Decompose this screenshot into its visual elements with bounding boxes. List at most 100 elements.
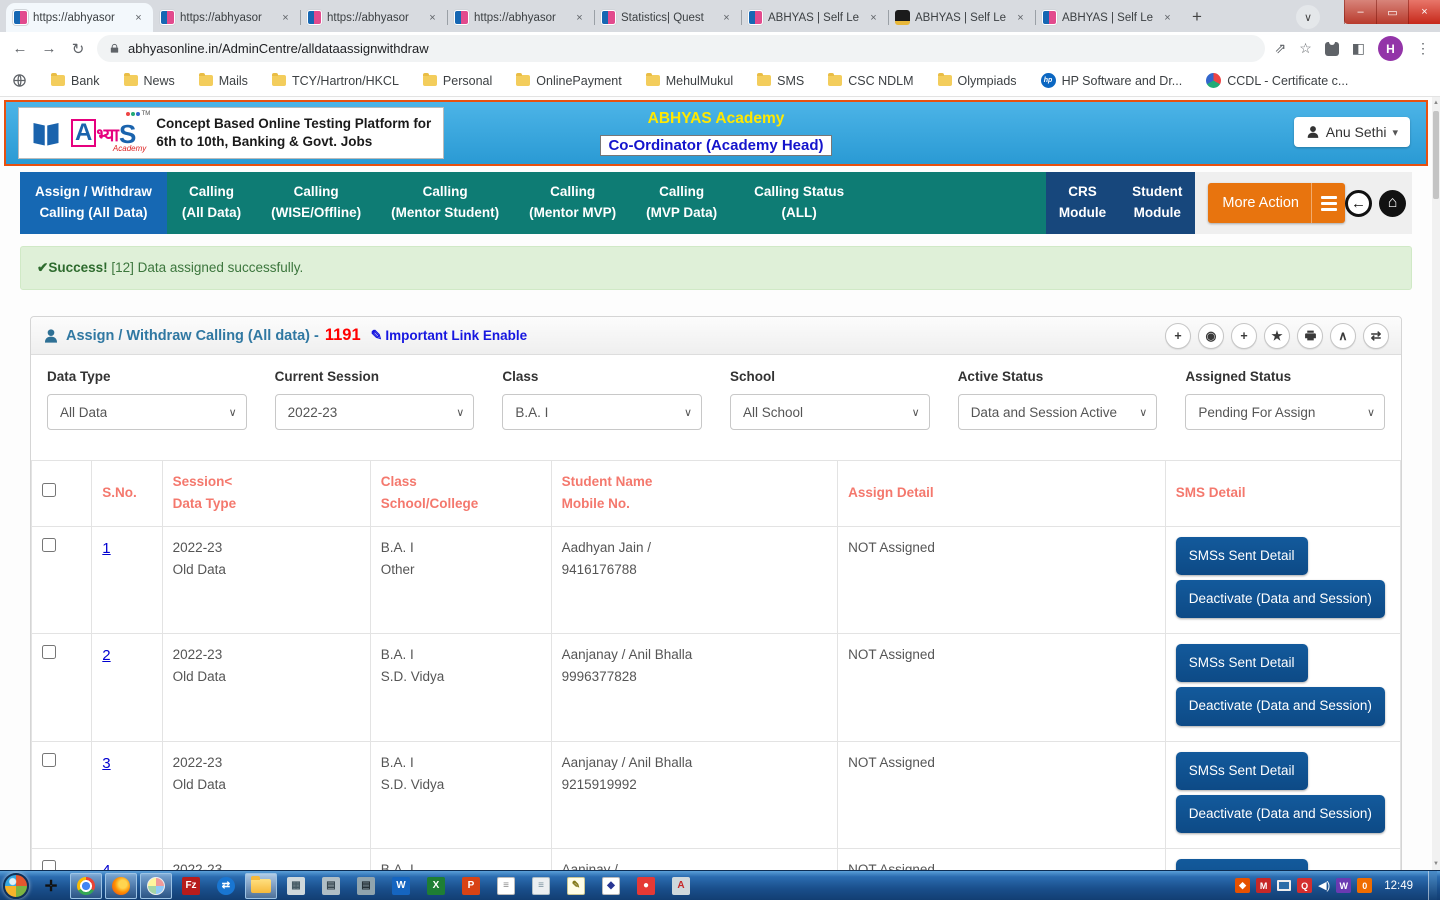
- star-tool-icon[interactable]: ★: [1264, 323, 1290, 349]
- sno-link[interactable]: 1: [102, 540, 110, 557]
- sms-sent-detail-button[interactable]: SMSs Sent Detail: [1176, 537, 1308, 575]
- taskbar-notepad[interactable]: ≡: [490, 873, 522, 899]
- url-input[interactable]: abhyasonline.in/AdminCentre/alldataassig…: [97, 35, 1265, 62]
- deactivate-button[interactable]: Deactivate (Data and Session): [1176, 687, 1385, 725]
- nav-calling-status-all[interactable]: Calling Status(ALL): [732, 172, 866, 234]
- sno-link[interactable]: 4: [102, 862, 110, 870]
- taskbar-firefox[interactable]: [105, 873, 137, 899]
- taskbar-excel[interactable]: X: [420, 873, 452, 899]
- tray-openoffice-icon[interactable]: ◆: [1235, 878, 1250, 893]
- row-checkbox[interactable]: [42, 753, 56, 767]
- taskbar-fax[interactable]: ▤: [315, 873, 347, 899]
- sno-link[interactable]: 2: [102, 647, 110, 664]
- nav-calling-mentor-student[interactable]: Calling(Mentor Student): [376, 172, 514, 234]
- assigned-status-select[interactable]: Pending For Assign∨: [1185, 394, 1385, 430]
- tray-zero-icon[interactable]: 0: [1357, 878, 1372, 893]
- bookmark-csc-ndlm[interactable]: CSC NDLM: [828, 74, 913, 88]
- tab-close-icon[interactable]: ×: [425, 12, 440, 24]
- tab-close-icon[interactable]: ×: [278, 12, 293, 24]
- browser-tab-6[interactable]: ABHYAS | Self Le ×: [741, 3, 888, 32]
- tab-close-icon[interactable]: ×: [131, 12, 146, 24]
- browser-tab-7[interactable]: ABHYAS | Self Le ×: [888, 3, 1035, 32]
- taskbar-paint[interactable]: [140, 873, 172, 899]
- important-link-enable[interactable]: Important Link Enable: [385, 328, 527, 343]
- print-tool-icon[interactable]: [1297, 323, 1323, 349]
- taskbar-pages[interactable]: ≡: [525, 873, 557, 899]
- taskbar-calculator[interactable]: ▦: [280, 873, 312, 899]
- show-desktop-button[interactable]: [1428, 871, 1437, 900]
- scroll-down-icon[interactable]: ▼: [1432, 858, 1440, 870]
- taskbar-filezilla[interactable]: Fz: [175, 873, 207, 899]
- current-session-select[interactable]: 2022-23∨: [275, 394, 475, 430]
- tray-quickheal-icon[interactable]: Q: [1297, 878, 1312, 893]
- profile-avatar[interactable]: H: [1378, 36, 1403, 61]
- tray-mcafee-icon[interactable]: M: [1256, 878, 1271, 893]
- row-checkbox[interactable]: [42, 860, 56, 870]
- browser-tab-1[interactable]: https://abhyasor ×: [6, 3, 153, 32]
- sms-sent-detail-button[interactable]: SMSs Sent Detail: [1176, 644, 1308, 682]
- taskbar-explorer[interactable]: [245, 873, 277, 899]
- tab-close-icon[interactable]: ×: [866, 12, 881, 24]
- data-type-select[interactable]: All Data∨: [47, 394, 247, 430]
- scrollbar-thumb[interactable]: [1433, 111, 1439, 199]
- tray-network-icon[interactable]: [1277, 880, 1291, 891]
- back-circle-icon[interactable]: ←: [1345, 190, 1372, 217]
- forward-icon[interactable]: →: [39, 40, 59, 57]
- minimize-button[interactable]: –: [1344, 0, 1376, 24]
- browser-tab-5[interactable]: Statistics| Quest ×: [594, 3, 741, 32]
- nav-assign-withdraw-calling[interactable]: Assign / WithdrawCalling (All Data): [20, 172, 167, 234]
- taskbar-gray-app[interactable]: A: [665, 873, 697, 899]
- nav-calling-mvp-data[interactable]: Calling(MVP Data): [631, 172, 732, 234]
- school-select[interactable]: All School∨: [730, 394, 930, 430]
- bookmark-sms[interactable]: SMS: [757, 74, 804, 88]
- extensions-icon[interactable]: [1325, 42, 1339, 56]
- nav-calling-mentor-mvp[interactable]: Calling(Mentor MVP): [514, 172, 631, 234]
- home-circle-icon[interactable]: ⌂: [1379, 190, 1406, 217]
- taskbar-ink[interactable]: ◆: [595, 873, 627, 899]
- nav-student-module[interactable]: StudentModule: [1119, 172, 1195, 234]
- close-button[interactable]: ×: [1408, 0, 1440, 24]
- bookmark-mehulmukul[interactable]: MehulMukul: [646, 74, 733, 88]
- site-logo-box[interactable]: A भ्या S Academy TM Concept Based Online…: [18, 107, 444, 159]
- nav-crs-module[interactable]: CRSModule: [1046, 172, 1119, 234]
- maximize-button[interactable]: ▭: [1376, 0, 1408, 24]
- active-status-select[interactable]: Data and Session Active∨: [958, 394, 1158, 430]
- add2-tool-icon[interactable]: +: [1231, 323, 1257, 349]
- scroll-up-icon[interactable]: ▲: [1432, 97, 1440, 109]
- add-tool-icon[interactable]: +: [1165, 323, 1191, 349]
- browser-tab-4[interactable]: https://abhyasor ×: [447, 3, 594, 32]
- browser-tab-8[interactable]: ABHYAS | Self Le ×: [1035, 3, 1182, 32]
- taskbar-powerpoint[interactable]: P: [455, 873, 487, 899]
- taskbar-scanner[interactable]: ▤: [350, 873, 382, 899]
- move-tool-icon[interactable]: ✛: [35, 873, 67, 899]
- bookmark-tcy[interactable]: TCY/Hartron/HKCL: [272, 74, 399, 88]
- tray-journal-icon[interactable]: W: [1336, 878, 1351, 893]
- bookmark-ccdl[interactable]: CCDL - Certificate c...: [1206, 73, 1348, 88]
- bookmark-bank[interactable]: Bank: [51, 74, 100, 88]
- apps-globe-icon[interactable]: [12, 73, 27, 88]
- tab-close-icon[interactable]: ×: [1160, 12, 1175, 24]
- taskbar-chrome[interactable]: [70, 873, 102, 899]
- menu-kebab-icon[interactable]: ⋮: [1416, 40, 1430, 57]
- nav-calling-wise-offline[interactable]: Calling(WISE/Offline): [256, 172, 376, 234]
- collapse-tool-icon[interactable]: ∧: [1330, 323, 1356, 349]
- bookmark-news[interactable]: News: [124, 74, 175, 88]
- view-tool-icon[interactable]: ◉: [1198, 323, 1224, 349]
- bookmark-onlinepayment[interactable]: OnlinePayment: [516, 74, 621, 88]
- taskbar-word[interactable]: W: [385, 873, 417, 899]
- tab-close-icon[interactable]: ×: [1013, 12, 1028, 24]
- select-all-checkbox[interactable]: [42, 483, 56, 497]
- side-panel-icon[interactable]: ◧: [1352, 40, 1365, 57]
- deactivate-button[interactable]: Deactivate (Data and Session): [1176, 580, 1385, 618]
- bookmark-olympiads[interactable]: Olympiads: [938, 74, 1017, 88]
- new-tab-button[interactable]: +: [1184, 4, 1210, 30]
- bookmark-star-icon[interactable]: ☆: [1299, 40, 1312, 57]
- bookmark-mails[interactable]: Mails: [199, 74, 248, 88]
- deactivate-button[interactable]: Deactivate (Data and Session): [1176, 795, 1385, 833]
- taskbar-teamviewer[interactable]: ⇄: [210, 873, 242, 899]
- sms-sent-detail-button[interactable]: SMSs Sent Detail: [1176, 752, 1308, 790]
- start-button[interactable]: [3, 873, 29, 899]
- bookmark-hp[interactable]: hpHP Software and Dr...: [1041, 73, 1183, 88]
- nav-calling-all-data[interactable]: Calling(All Data): [167, 172, 256, 234]
- class-select[interactable]: B.A. I∨: [502, 394, 702, 430]
